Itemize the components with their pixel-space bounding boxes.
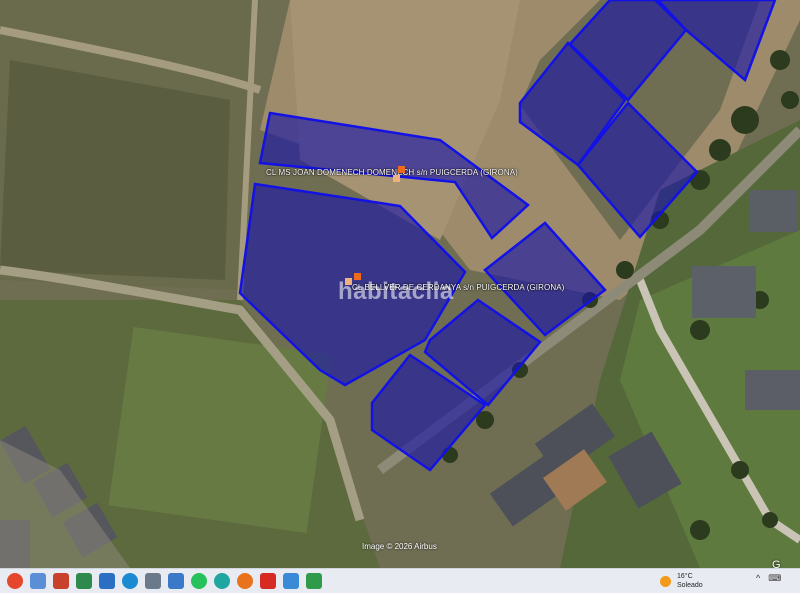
photos-icon[interactable] — [99, 573, 115, 589]
map-corner-logo: G — [772, 559, 781, 568]
weather-temperature: 16°C — [677, 573, 693, 580]
parcel-marker-icon[interactable] — [398, 166, 405, 173]
keyboard-icon[interactable]: ⌨ — [768, 573, 781, 584]
weather-condition: Soleado — [677, 582, 703, 589]
tray-chevron-icon[interactable]: ^ — [756, 573, 760, 584]
firefox-icon[interactable] — [237, 573, 253, 589]
store-icon[interactable] — [283, 573, 299, 589]
desktop-icon[interactable] — [30, 573, 46, 589]
camera-icon[interactable] — [145, 573, 161, 589]
satellite-map[interactable]: CL MS JOAN DOMENECH DOMENECH s/n PUIGCER… — [0, 0, 800, 568]
connect-icon[interactable] — [214, 573, 230, 589]
sheet-icon[interactable] — [306, 573, 322, 589]
system-tray: ^ ⌨ — [756, 573, 781, 584]
weather-widget[interactable]: 16°C Soleado — [660, 572, 703, 590]
parcel-address-label: CL MS JOAN DOMENECH DOMENECH s/n PUIGCER… — [266, 168, 518, 177]
imagery-attribution: Image © 2026 Airbus — [362, 542, 437, 551]
chrome-icon[interactable] — [7, 573, 23, 589]
edge-icon[interactable] — [122, 573, 138, 589]
parcel-marker-icon[interactable] — [393, 175, 400, 182]
sun-icon — [660, 575, 671, 587]
watermark-logo: habitaclia — [338, 278, 454, 305]
downloads-icon[interactable] — [168, 573, 184, 589]
calculator-icon[interactable] — [76, 573, 92, 589]
whatsapp-icon[interactable] — [191, 573, 207, 589]
taskbar: 16°C Soleado ^ ⌨ — [0, 568, 800, 593]
presentation-icon[interactable] — [53, 573, 69, 589]
acrobat-icon[interactable] — [260, 573, 276, 589]
